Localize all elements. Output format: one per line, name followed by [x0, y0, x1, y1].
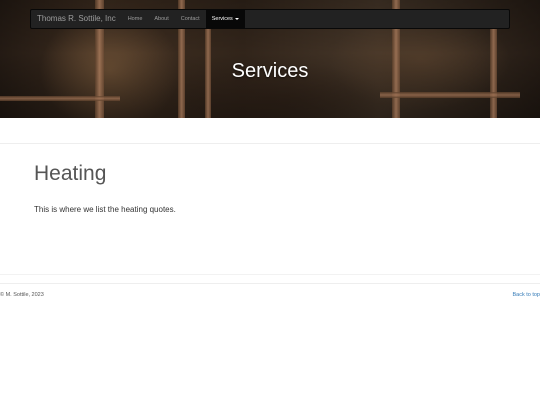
hero-title: Services — [231, 60, 309, 82]
divider — [0, 143, 540, 144]
footer-copyright: © M. Sottile, 2023 — [0, 292, 44, 298]
back-to-top-link[interactable]: Back to top — [512, 292, 540, 298]
nav-item-about[interactable]: About — [148, 9, 174, 29]
pipe-decoration — [380, 92, 520, 98]
hero-banner: Thomas R. Sottile, Inc Home About Contac… — [0, 0, 540, 118]
nav-item-services-dropdown[interactable]: Services — [205, 9, 245, 29]
pipe-decoration — [0, 96, 120, 101]
section-heading: Heating — [34, 162, 107, 185]
navbar-brand[interactable]: Thomas R. Sottile, Inc — [31, 9, 122, 29]
nav-item-contact[interactable]: Contact — [175, 9, 206, 29]
section-description: This is where we list the heating quotes… — [34, 205, 176, 214]
nav-item-services-label: Services — [211, 16, 233, 22]
navbar: Thomas R. Sottile, Inc Home About Contac… — [30, 9, 510, 29]
nav-item-home[interactable]: Home — [122, 9, 149, 29]
footer-divider — [0, 283, 540, 284]
caret-down-icon — [234, 17, 239, 20]
divider — [0, 274, 540, 275]
